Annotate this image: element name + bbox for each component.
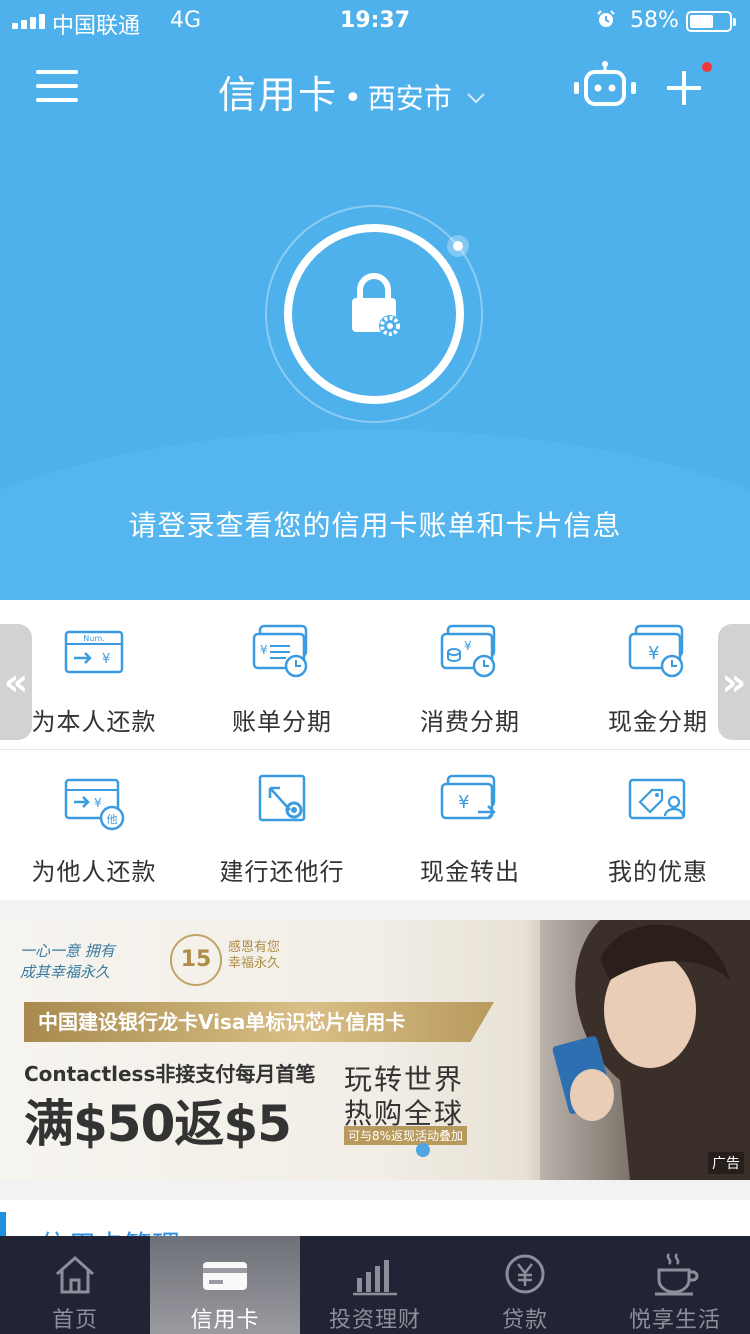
- brand-line: 一心一意 拥有: [20, 942, 115, 960]
- thanks-line: 感恩有您: [228, 940, 281, 955]
- svg-text:¥: ¥: [260, 643, 268, 657]
- status-bar: 中国联通 4G 19:37 58%: [0, 0, 750, 42]
- scroll-right-button[interactable]: »: [718, 624, 750, 740]
- coffee-cup-icon: [655, 1253, 699, 1296]
- city-name: 西安市: [367, 82, 452, 115]
- notification-dot: [702, 62, 712, 72]
- chevron-down-icon: [467, 93, 485, 104]
- action-cash-transfer[interactable]: ¥ 现金转出: [376, 750, 564, 900]
- battery-icon: [686, 11, 736, 32]
- page-title: 信用卡: [218, 73, 339, 117]
- action-repay-others[interactable]: ¥ 他 为他人还款: [0, 750, 188, 900]
- tab-investment[interactable]: 投资理财: [300, 1236, 450, 1334]
- svg-text:¥: ¥: [648, 643, 659, 664]
- tab-home[interactable]: 首页: [0, 1236, 150, 1334]
- thanks-line: 幸福永久: [228, 956, 281, 971]
- action-consumer-installment[interactable]: ¥ 消费分期: [376, 600, 564, 750]
- banner-ribbon: 中国建设银行龙卡Visa单标识芯片信用卡: [24, 1002, 494, 1042]
- tab-loan[interactable]: 贷款: [450, 1236, 600, 1334]
- action-label: 建行还他行: [219, 858, 345, 886]
- quick-actions-row: ¥ 他 为他人还款 建行还他行 ¥ 现金转出 我的优惠: [0, 750, 750, 900]
- action-repay-self[interactable]: Num. ¥ 为本人还款: [0, 600, 188, 750]
- svg-text:¥: ¥: [102, 652, 110, 667]
- card-management-section: 信用卡管理: [0, 1200, 750, 1240]
- menu-button[interactable]: [36, 70, 80, 104]
- tab-label: 首页: [51, 1308, 98, 1333]
- app-header: 信用卡 • 西安市: [0, 50, 750, 130]
- action-label: 为本人还款: [31, 708, 157, 736]
- svg-text:¥: ¥: [458, 792, 469, 813]
- credit-card-icon: [203, 1262, 247, 1290]
- add-button[interactable]: [664, 62, 712, 108]
- city-selector[interactable]: 信用卡 • 西安市: [218, 64, 486, 119]
- bottom-tab-bar: 首页 信用卡 投资理财 贷款 悦享生活: [0, 1236, 750, 1334]
- plus-icon: [667, 71, 701, 105]
- hero-area: 中国联通 4G 19:37 58% 信用卡 • 西安市 请登录查看您的信用卡账单…: [0, 0, 750, 600]
- alarm-clock-icon: [597, 10, 615, 27]
- loan-yen-icon: [505, 1254, 545, 1294]
- banner-thanks-text: 感恩有您 幸福永久: [228, 940, 280, 972]
- svg-text:¥: ¥: [94, 796, 102, 810]
- banner-brand-slogan: 一心一意 拥有 成其幸福永久: [20, 940, 115, 982]
- banner-pager-dot[interactable]: [416, 1143, 430, 1157]
- tab-credit-card[interactable]: 信用卡: [150, 1236, 300, 1334]
- tab-label: 悦享生活: [628, 1308, 721, 1333]
- ad-label: 广告: [708, 1152, 744, 1174]
- cash-installment-icon: ¥: [628, 624, 684, 678]
- lock-settings-icon: [352, 273, 401, 337]
- action-label: 现金转出: [420, 858, 520, 886]
- tab-label: 投资理财: [328, 1308, 421, 1333]
- banner-tag: 可与8%返现活动叠加: [344, 1126, 468, 1145]
- login-hint-text[interactable]: 请登录查看您的信用卡账单和卡片信息: [0, 504, 750, 544]
- action-label: 账单分期: [232, 708, 332, 736]
- repay-other-bank-icon: [258, 774, 306, 822]
- banner-offer: 满$50返$5: [24, 1095, 292, 1153]
- tab-label: 贷款: [501, 1308, 548, 1333]
- battery-percentage: 58%: [630, 8, 679, 33]
- action-label: 我的优惠: [608, 858, 708, 886]
- action-label: 消费分期: [420, 708, 520, 736]
- robot-assistant-icon[interactable]: [572, 60, 638, 112]
- login-lock-button[interactable]: [262, 202, 486, 426]
- action-label: 为他人还款: [31, 858, 157, 886]
- promo-banner[interactable]: 一心一意 拥有 成其幸福永久 15 感恩有您 幸福永久 中国建设银行龙卡Visa…: [0, 920, 750, 1180]
- investment-chart-icon: [353, 1260, 397, 1296]
- svg-text:他: 他: [107, 813, 118, 826]
- quick-actions-grid: « Num. ¥ 为本人还款 ¥ 账单分期 ¥ 消费分期 ¥ 现金分期 » ¥ …: [0, 600, 750, 900]
- banner-contactless-text: Contactless非接支付每月首笔: [24, 1062, 316, 1086]
- svg-text:¥: ¥: [464, 639, 472, 653]
- my-offers-icon: [628, 778, 686, 820]
- quick-actions-row: « Num. ¥ 为本人还款 ¥ 账单分期 ¥ 消费分期 ¥ 现金分期 »: [0, 600, 750, 750]
- anniversary-badge: 15: [170, 934, 222, 986]
- brand-line: 成其幸福永久: [20, 963, 111, 981]
- title-separator: •: [344, 81, 362, 116]
- svg-text:Num.: Num.: [83, 634, 104, 643]
- bill-installment-icon: ¥: [252, 624, 308, 678]
- repay-self-icon: Num. ¥: [64, 630, 124, 674]
- action-repay-other-bank[interactable]: 建行还他行: [188, 750, 376, 900]
- action-my-offers[interactable]: 我的优惠: [564, 750, 750, 900]
- tab-lifestyle[interactable]: 悦享生活: [600, 1236, 750, 1334]
- tab-label: 信用卡: [190, 1308, 260, 1333]
- cash-transfer-icon: ¥: [440, 774, 496, 820]
- consumer-installment-icon: ¥: [440, 624, 496, 678]
- banner-model-image: [540, 920, 750, 1180]
- action-bill-installment[interactable]: ¥ 账单分期: [188, 600, 376, 750]
- repay-others-icon: ¥ 他: [64, 778, 125, 831]
- home-icon: [56, 1255, 94, 1294]
